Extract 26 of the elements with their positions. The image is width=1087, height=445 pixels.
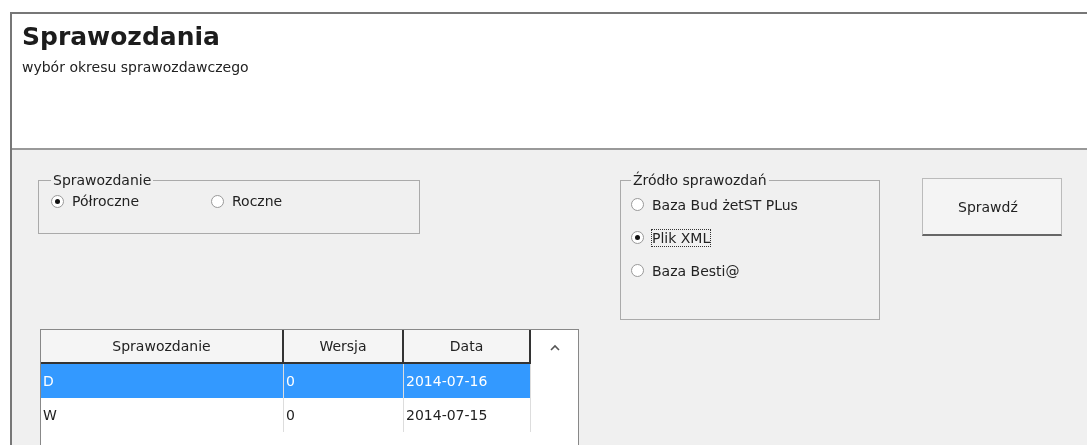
table-row[interactable]: W 0 2014-07-15: [41, 398, 531, 432]
radio-label: Baza Bud żetST PLus: [652, 196, 798, 213]
group-legend: Sprawozdanie: [51, 172, 154, 188]
table-cell: 0: [284, 398, 404, 432]
page-title: Sprawozdania: [22, 22, 221, 51]
radio-option[interactable]: Roczne: [211, 188, 331, 214]
check-button[interactable]: Sprawdź: [922, 178, 1062, 236]
column-header[interactable]: Sprawozdanie: [41, 330, 284, 364]
column-header[interactable]: Data: [404, 330, 531, 364]
scroll-up-icon[interactable]: [549, 344, 560, 351]
page-subtitle: wybór okresu sprawozdawczego: [22, 59, 250, 75]
radio-option[interactable]: Półroczne: [51, 188, 171, 214]
table-cell: 0: [284, 364, 404, 398]
radio-option[interactable]: Baza Besti@: [631, 254, 865, 287]
table-cell: 2014-07-16: [404, 364, 531, 398]
radio-label: Półroczne: [72, 193, 140, 209]
radio-label: Roczne: [232, 193, 283, 209]
radio-option[interactable]: Baza Bud żetST PLus: [631, 188, 865, 221]
table-cell: W: [41, 398, 284, 432]
radio-label: Baza Besti@: [652, 262, 740, 279]
column-header[interactable]: Wersja: [284, 330, 404, 364]
table-cell: 2014-07-15: [404, 398, 531, 432]
radio-option[interactable]: Plik XML: [631, 221, 865, 254]
group-legend: Źródło sprawozdań: [631, 172, 769, 188]
radio-label: Plik XML: [652, 229, 711, 246]
table-cell: D: [41, 364, 284, 398]
